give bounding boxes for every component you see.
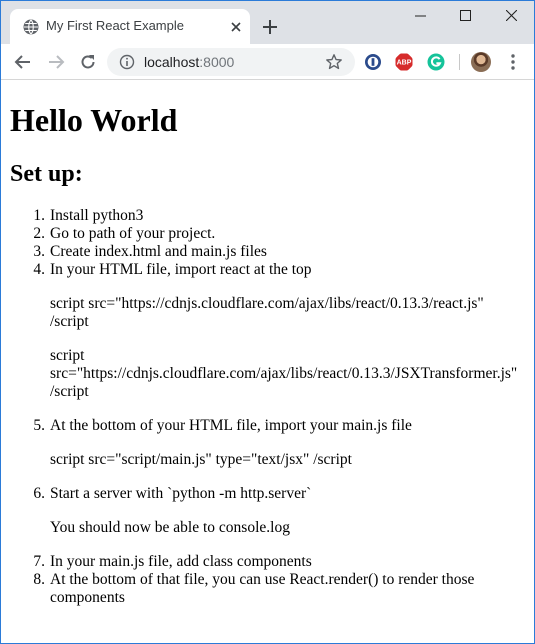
reload-icon[interactable] — [79, 53, 97, 71]
url-host: localhost — [144, 54, 200, 70]
globe-icon — [23, 19, 39, 35]
list-item: 5. At the bottom of your HTML file, impo… — [1, 417, 534, 469]
list-item: 2. Go to path of your project. — [1, 225, 534, 243]
step-number: 4. — [33, 261, 45, 278]
url-text: localhost:8000 — [144, 54, 234, 70]
step-number: 2. — [33, 225, 45, 242]
code-snippet: script src="https://cdnjs.cloudflare.com… — [50, 295, 534, 331]
step-text: At the bottom of that file, you can use … — [50, 571, 475, 606]
step-text: Create index.html and main.js files — [50, 243, 267, 260]
tab-close-icon[interactable] — [228, 19, 244, 35]
tab-strip: My First React Example — [1, 1, 534, 44]
list-item: 7. In your main.js file, add class compo… — [1, 553, 534, 571]
code-line: /script — [50, 383, 89, 400]
step-text: Go to path of your project. — [50, 225, 216, 242]
step-text: Start a server with `python -m http.serv… — [50, 485, 312, 502]
browser-tab[interactable]: My First React Example — [10, 9, 250, 44]
close-window-button[interactable] — [489, 1, 534, 31]
grammarly-icon[interactable] — [427, 53, 445, 71]
browser-toolbar: localhost:8000 ABP — [1, 44, 534, 80]
code-snippet: script src="https://cdnjs.cloudflare.com… — [50, 347, 534, 401]
address-bar[interactable]: localhost:8000 — [107, 48, 355, 76]
info-icon[interactable] — [119, 54, 135, 70]
step-text: In your main.js file, add class componen… — [50, 553, 312, 570]
minimize-button[interactable] — [398, 1, 443, 31]
step-note: You should now be able to console.log — [50, 519, 534, 537]
step-text: Install python3 — [50, 207, 144, 224]
profile-avatar[interactable] — [471, 52, 491, 72]
step-number: 3. — [33, 243, 45, 260]
new-tab-plus-icon[interactable] — [261, 18, 279, 36]
step-number: 8. — [33, 571, 45, 588]
code-line: src="https://cdnjs.cloudflare.com/ajax/l… — [50, 365, 518, 382]
page-content: Hello World Set up: 1. Install python3 2… — [1, 81, 534, 643]
svg-text:ABP: ABP — [397, 60, 412, 67]
list-item: 3. Create index.html and main.js files — [1, 243, 534, 261]
setup-heading: Set up: — [10, 161, 83, 187]
page-heading: Hello World — [10, 102, 178, 138]
url-port: :8000 — [199, 54, 235, 70]
step-text: At the bottom of your HTML file, import … — [50, 417, 412, 434]
adblock-plus-icon[interactable]: ABP — [395, 53, 413, 71]
step-number: 6. — [33, 485, 45, 502]
step-number: 1. — [33, 207, 45, 224]
password-manager-icon[interactable] — [364, 53, 382, 71]
setup-steps-list: 1. Install python3 2. Go to path of your… — [1, 207, 534, 607]
forward-arrow-icon[interactable] — [47, 53, 65, 71]
maximize-button[interactable] — [443, 1, 488, 31]
code-line: /script — [50, 313, 89, 330]
tab-title: My First React Example — [46, 18, 184, 33]
code-line: script — [50, 347, 85, 364]
close-icon — [506, 10, 517, 21]
note-text: You should now be able to console.log — [50, 519, 290, 536]
step-number: 5. — [33, 417, 45, 434]
bookmark-star-icon[interactable] — [325, 53, 343, 71]
step-number: 7. — [33, 553, 45, 570]
code-line: script src="https://cdnjs.cloudflare.com… — [50, 295, 484, 312]
minimize-icon — [415, 15, 426, 17]
step-text: In your HTML file, import react at the t… — [50, 261, 312, 278]
list-item: 6. Start a server with `python -m http.s… — [1, 485, 534, 537]
toolbar-divider — [459, 54, 460, 70]
back-arrow-icon[interactable] — [14, 53, 32, 71]
list-item: 4. In your HTML file, import react at th… — [1, 261, 534, 401]
code-line: script src="script/main.js" type="text/j… — [50, 451, 352, 468]
more-menu-icon[interactable] — [506, 53, 520, 71]
list-item: 1. Install python3 — [1, 207, 534, 225]
code-snippet: script src="script/main.js" type="text/j… — [50, 451, 534, 469]
list-item: 8. At the bottom of that file, you can u… — [1, 571, 534, 607]
maximize-icon — [460, 10, 471, 21]
browser-window: My First React Example localhost:8000 AB… — [0, 0, 535, 644]
